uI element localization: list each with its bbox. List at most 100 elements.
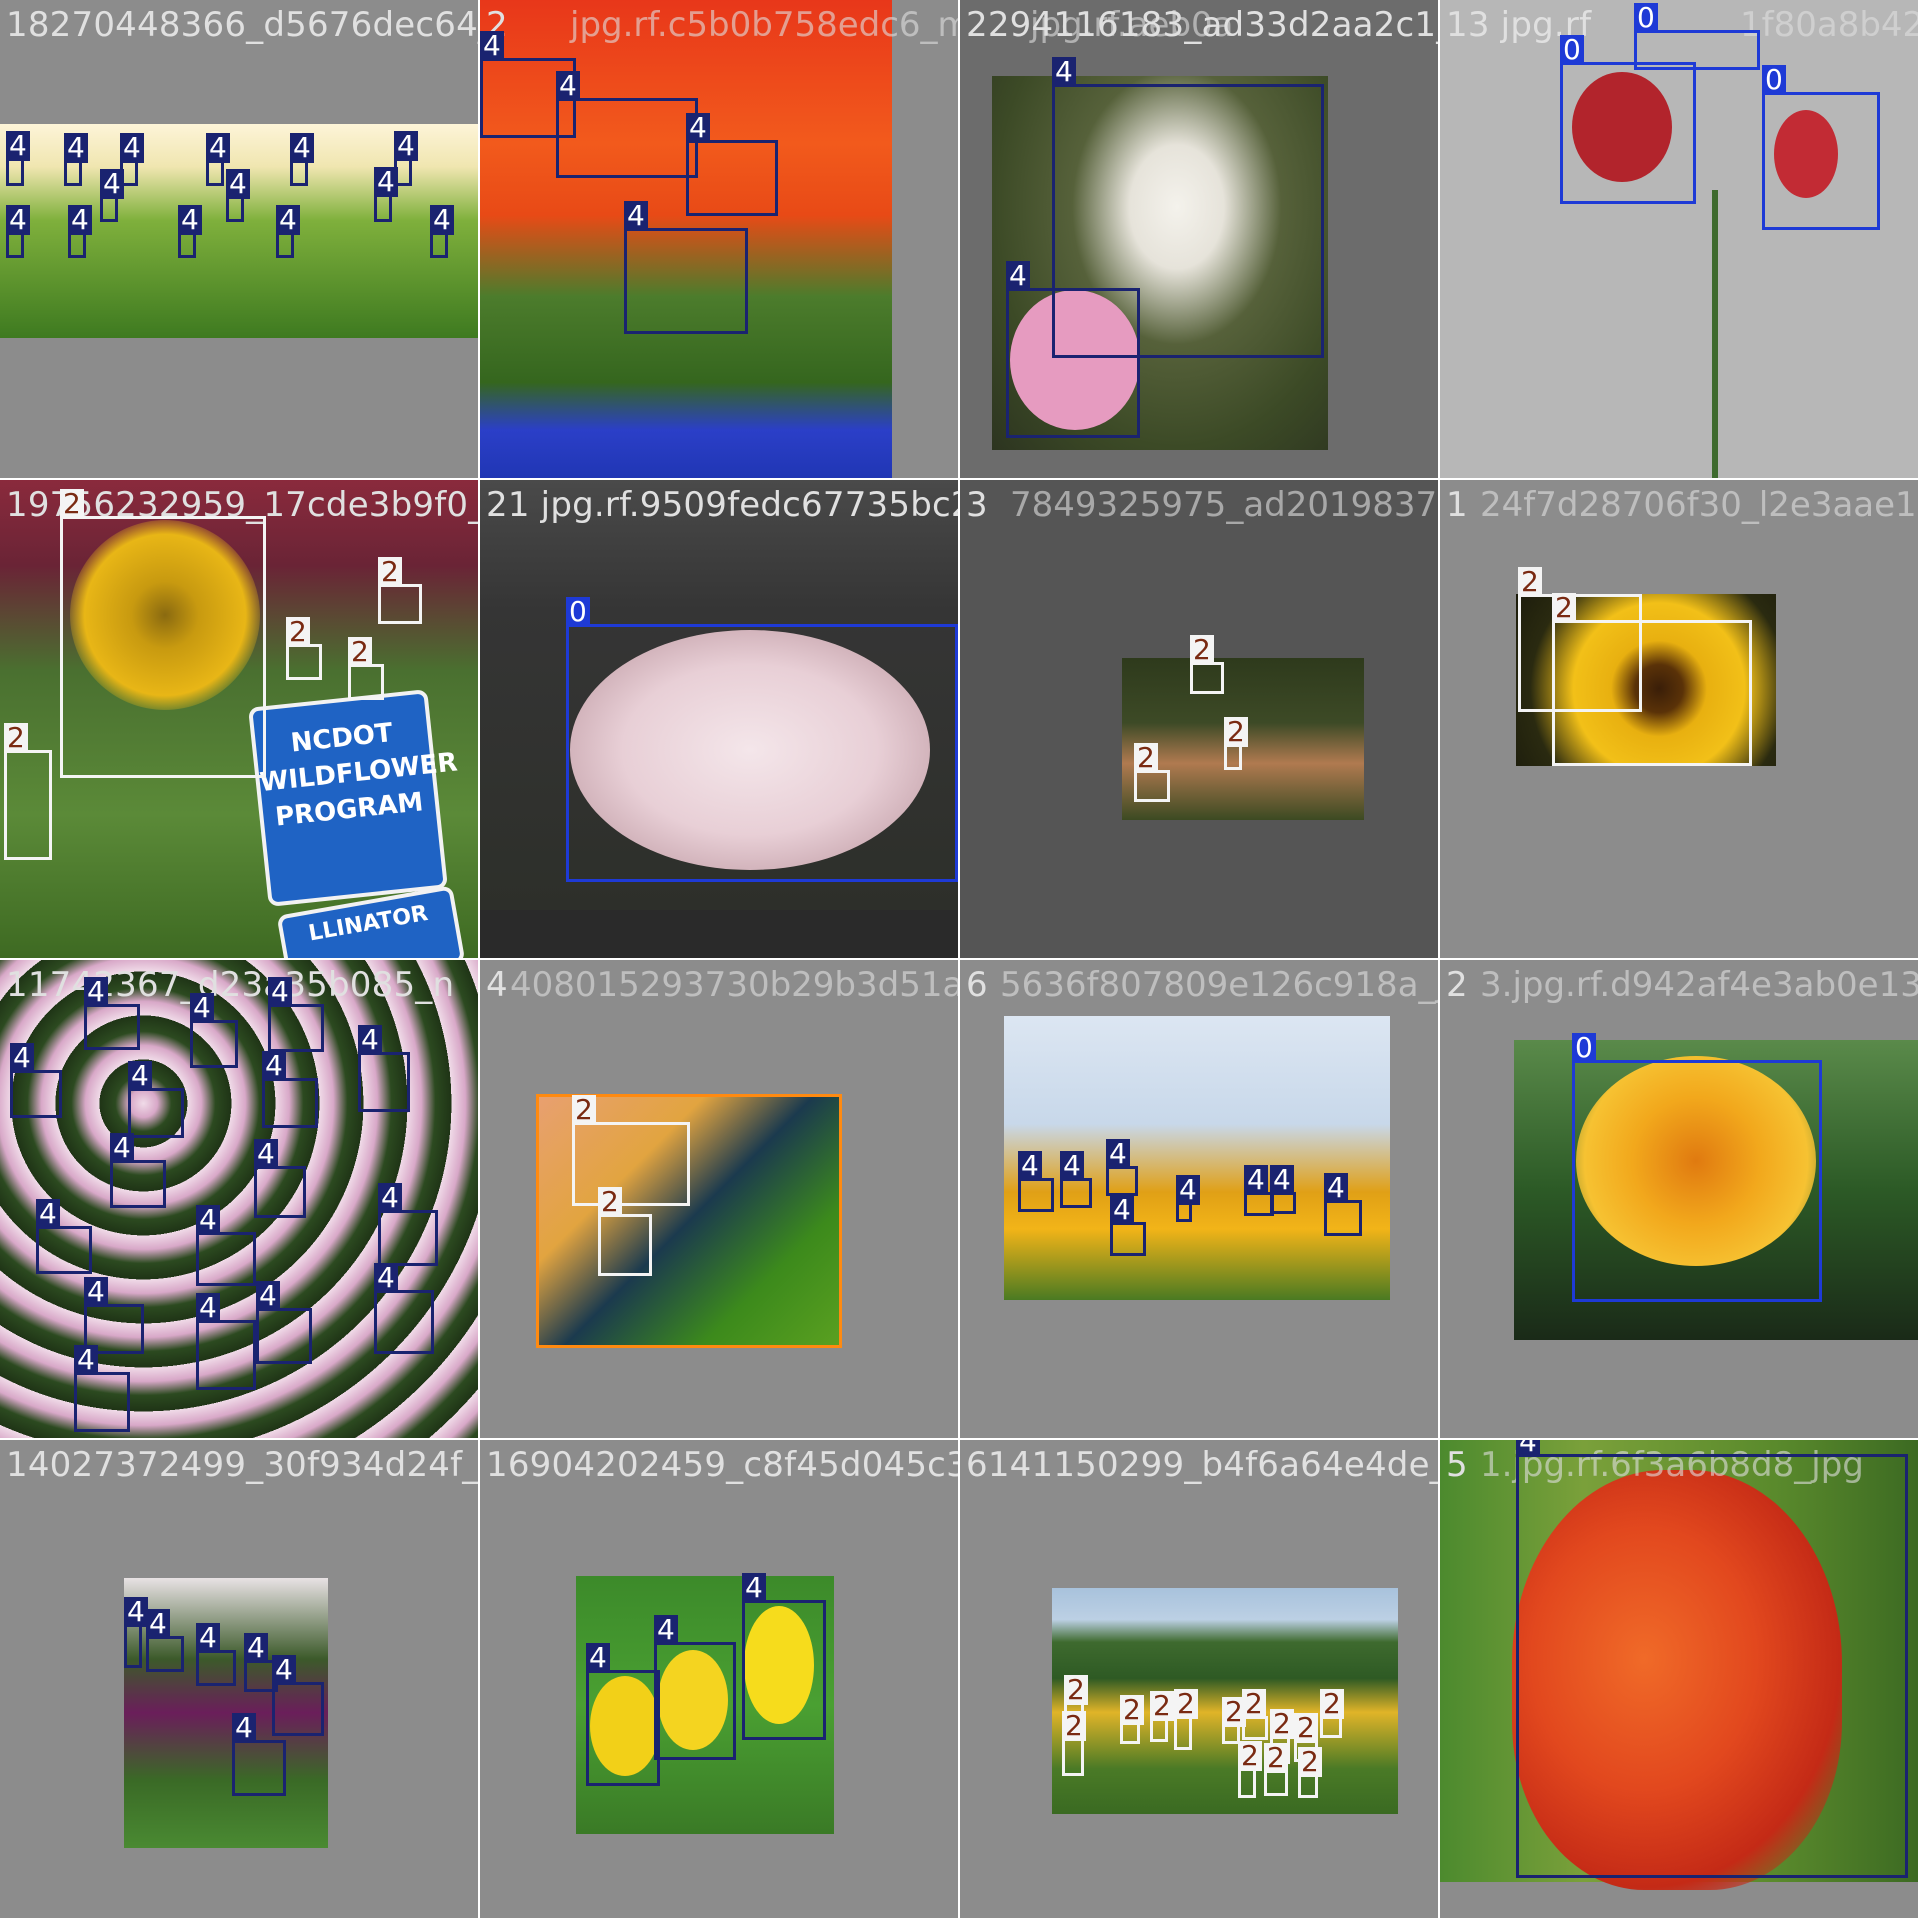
detection-box: 4 (374, 1263, 434, 1354)
class-tag: 2 (1190, 635, 1214, 665)
class-tag: 0 (1572, 1033, 1596, 1063)
mosaic-tile-8: 11742367_d23a35b085_n 4 4 4 4 4 4 4 4 4 … (0, 960, 478, 1438)
class-tag: 4 (480, 31, 504, 61)
detection-box: 4 (196, 1623, 236, 1686)
detection-box: 2 (1298, 1747, 1322, 1798)
tile-filename: 3 (966, 485, 988, 525)
detection-box: 4 (268, 977, 324, 1052)
class-tag: 2 (1518, 567, 1542, 597)
detection-box: 4 (654, 1615, 736, 1760)
detection-box: 2 (60, 489, 266, 778)
tile-filename: 6 (966, 965, 988, 1005)
class-tag: 2 (378, 557, 402, 587)
detection-box: 4 (430, 205, 454, 258)
mosaic-tile-4: NCDOT WILDFLOWER PROGRAM LLINATOR 197562… (0, 480, 478, 958)
class-tag: 2 (1238, 1741, 1262, 1771)
wildflower-sign: NCDOT WILDFLOWER PROGRAM (248, 689, 459, 907)
detection-box: 4 (276, 205, 300, 258)
mosaic-tile-12: 14027372499_30f934d24f_m 4 4 4 4 4 4 (0, 1440, 478, 1918)
class-tag: 4 (742, 1573, 766, 1603)
mosaic-tile-1: 2 jpg.rf.c5b0b758edc6_m 4 4 4 4 (480, 0, 958, 478)
detection-box: 2 (378, 557, 422, 624)
class-tag: 2 (1320, 1689, 1344, 1719)
detection-box: 4 (1324, 1173, 1362, 1236)
detection-box: 4 (68, 205, 92, 258)
mosaic-tile-14: 6141150299_b4f6a64e4de_jp 2 2 2 2 2 2 2 … (960, 1440, 1438, 1918)
tile-filename-overlap: jpg.rf.c5b0b758edc6_m (570, 5, 958, 45)
detection-box: 2 (1120, 1695, 1144, 1744)
detection-box: 4 (124, 1597, 148, 1668)
class-tag: 4 (110, 1133, 134, 1163)
detection-box: 2 (1320, 1689, 1344, 1738)
detection-box: 2 (4, 723, 52, 860)
class-tag: 4 (128, 1061, 152, 1091)
class-tag: 4 (74, 1345, 98, 1375)
detection-box: 4 (1176, 1175, 1200, 1222)
detection-box: 2 (1062, 1711, 1086, 1776)
class-tag: 4 (196, 1205, 220, 1235)
detection-box: 4 (1106, 1139, 1138, 1196)
class-tag: 4 (196, 1623, 220, 1653)
detection-box: 2 (1174, 1689, 1198, 1750)
class-tag: 2 (60, 489, 84, 519)
class-tag: 4 (36, 1199, 60, 1229)
tile-filename: 4 (486, 965, 508, 1005)
class-tag: 4 (84, 1277, 108, 1307)
class-tag: 2 (1064, 1675, 1088, 1705)
tile-filename-overlap: 408015293730b29b3d51a_n (510, 965, 958, 1005)
class-tag: 4 (686, 113, 710, 143)
class-tag: 4 (206, 133, 230, 163)
detection-box: 4 (262, 1051, 318, 1128)
class-tag: 4 (1516, 1440, 1540, 1457)
detection-box: 4 (586, 1643, 660, 1786)
class-tag: 2 (286, 617, 310, 647)
class-tag: 4 (84, 977, 108, 1007)
class-tag: 2 (1242, 1689, 1266, 1719)
class-tag: 4 (378, 1183, 402, 1213)
detection-box: 2 (598, 1187, 652, 1276)
class-tag: 4 (1006, 261, 1030, 291)
detection-box: 0 (1634, 3, 1760, 70)
tile-filename: 18270448366_d5676dec64_ (6, 5, 478, 45)
detection-box: 0 (1560, 35, 1696, 204)
class-tag: 0 (1762, 65, 1786, 95)
class-tag: 2 (1552, 593, 1576, 623)
mosaic-tile-7: 1 24f7d28706f30_l2e3aae16_ 2 2 (1440, 480, 1918, 958)
class-tag: 4 (146, 1609, 170, 1639)
detection-box: 4 (206, 133, 230, 186)
class-tag: 4 (6, 131, 30, 161)
tile-filename: 1 (1446, 485, 1468, 525)
tile-filename: 16904202459_c8f45d045c3_m (486, 1445, 958, 1485)
tile-filename: 6141150299_b4f6a64e4de_jp (966, 1445, 1438, 1485)
class-tag: 4 (196, 1293, 220, 1323)
class-tag: 4 (624, 201, 648, 231)
class-tag: 0 (1634, 3, 1658, 33)
detection-box: 2 (286, 617, 322, 680)
class-tag: 2 (598, 1187, 622, 1217)
class-tag: 4 (254, 1139, 278, 1169)
detection-box: 4 (290, 133, 314, 186)
tile-filename: 11742367_d23a35b085_n (6, 965, 455, 1005)
detection-box: 4 (178, 205, 202, 258)
class-tag: 2 (1174, 1689, 1198, 1719)
detection-box: 2 (348, 637, 384, 700)
mosaic-tile-9: 4 408015293730b29b3d51a_n 2 2 (480, 960, 958, 1438)
class-tag: 4 (290, 133, 314, 163)
tile-filename-overlap: 3.jpg.rf.d942af4e3ab0e13c (1480, 965, 1918, 1005)
class-tag: 4 (374, 167, 398, 197)
detection-box: 4 (110, 1133, 166, 1208)
mosaic-tile-5: 21 jpg.rf.9509fedc67735bc25c 0 (480, 480, 958, 958)
detection-box: 4 (624, 201, 748, 334)
detection-box: 2 (1150, 1691, 1174, 1742)
detection-box: 4 (1516, 1440, 1908, 1878)
detection-box: 0 (1572, 1033, 1822, 1302)
class-tag: 4 (120, 133, 144, 163)
tile-filename: 5 (1446, 1445, 1468, 1485)
mosaic-tile-10: 6 5636f807809e126c918a_jpg 4 4 4 4 4 4 4… (960, 960, 1438, 1438)
class-tag: 4 (272, 1655, 296, 1685)
class-tag: 2 (1294, 1713, 1318, 1743)
class-tag: 4 (1106, 1139, 1130, 1169)
class-tag: 4 (190, 993, 214, 1023)
class-tag: 2 (1298, 1747, 1322, 1777)
class-tag: 4 (256, 1281, 280, 1311)
